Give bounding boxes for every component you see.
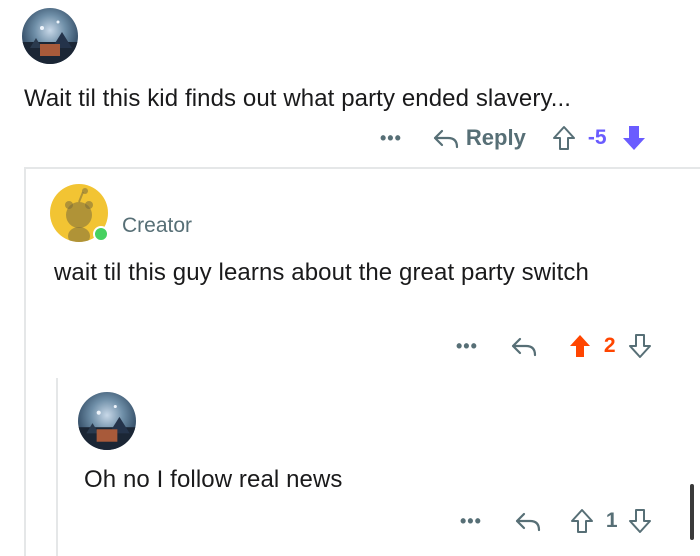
more-options-button[interactable]: ••• (380, 128, 402, 149)
online-indicator (93, 226, 109, 242)
reply-icon (511, 337, 537, 357)
thread-line[interactable] (56, 378, 58, 556)
comment-actions: ••• 2 (456, 330, 652, 362)
vote-count: -5 (587, 126, 607, 149)
comment-actions: ••• 1 (460, 505, 652, 537)
more-options-button[interactable]: ••• (456, 336, 478, 357)
thread-connector (24, 167, 700, 169)
comment-text: wait til this guy learns about the great… (54, 259, 589, 286)
downvote-button[interactable] (628, 508, 652, 534)
comment-actions: ••• Reply -5 (380, 120, 647, 156)
reply-button[interactable] (514, 510, 542, 532)
downvote-arrow-icon (622, 126, 645, 150)
vote-count: 1 (605, 509, 618, 532)
reply-icon (515, 512, 541, 532)
scrollbar[interactable] (690, 484, 694, 540)
downvote-arrow-icon (628, 509, 651, 533)
avatar-image (22, 20, 78, 64)
avatar[interactable] (78, 392, 136, 450)
thread-line[interactable] (24, 167, 26, 556)
upvote-arrow-icon (552, 126, 575, 150)
reply-button[interactable] (510, 335, 538, 357)
reply-button[interactable]: Reply (432, 125, 526, 151)
author-flair: Creator (122, 214, 193, 237)
downvote-arrow-icon (628, 334, 651, 358)
more-options-button[interactable]: ••• (460, 511, 482, 532)
vote-count: 2 (603, 334, 616, 357)
comment-text: Wait til this kid finds out what party e… (24, 85, 572, 112)
upvote-button[interactable] (568, 333, 592, 359)
upvote-button[interactable] (552, 125, 576, 151)
reply-label: Reply (465, 125, 526, 150)
downvote-button[interactable] (628, 333, 652, 359)
upvote-arrow-icon (569, 335, 590, 357)
reply-icon (432, 127, 460, 149)
avatar-image (78, 404, 136, 450)
comment-text: Oh no I follow real news (84, 466, 343, 493)
upvote-button[interactable] (570, 508, 594, 534)
downvote-button[interactable] (621, 124, 647, 152)
upvote-arrow-icon (570, 509, 593, 533)
avatar[interactable] (22, 8, 78, 64)
